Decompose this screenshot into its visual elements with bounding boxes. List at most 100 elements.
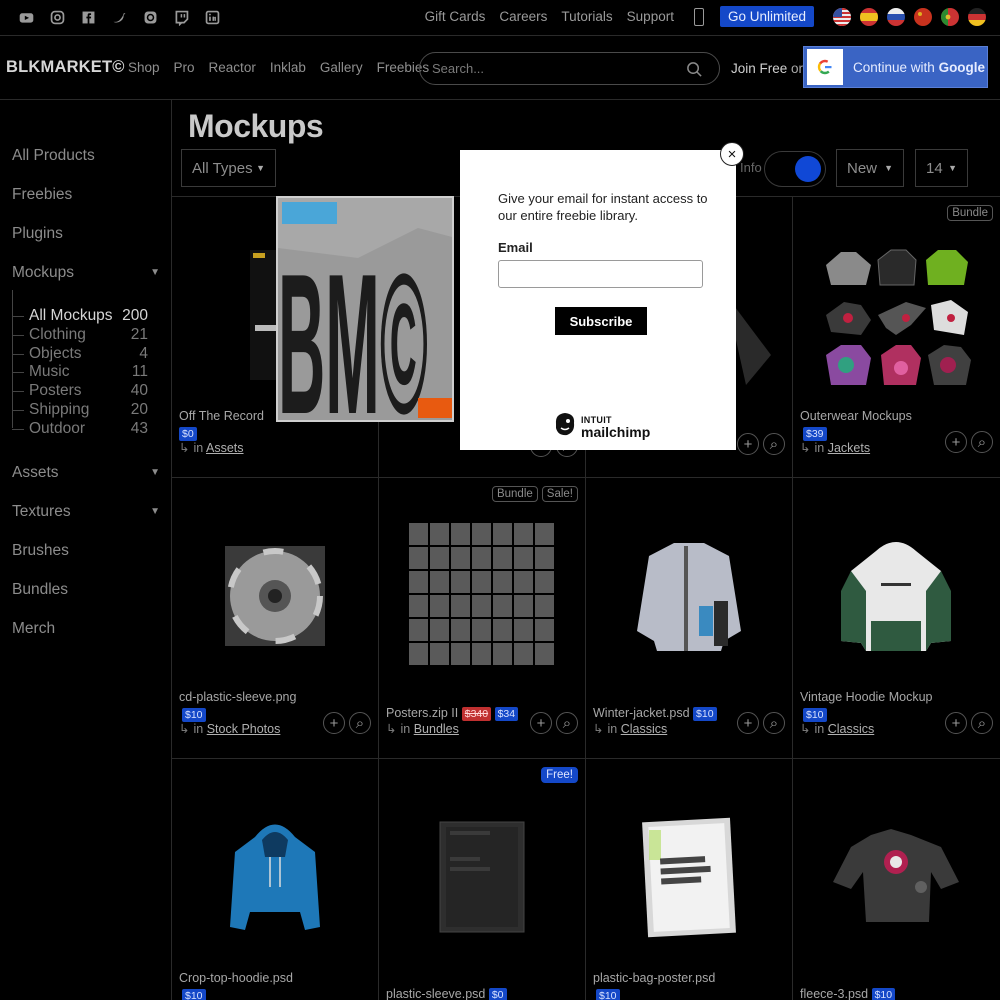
google-signin-label: Continue with Google bbox=[853, 59, 986, 75]
email-signup-modal: Give your email for instant access to ou… bbox=[460, 150, 736, 450]
per-page-dropdown[interactable]: 14 ▼ bbox=[915, 149, 968, 187]
poster-tile bbox=[534, 595, 554, 617]
top-links: Gift Cards Careers Tutorials Support Go … bbox=[425, 0, 1000, 33]
product-thumbnail[interactable] bbox=[192, 787, 357, 967]
expand-caret-icon[interactable]: ▼ bbox=[150, 467, 160, 478]
nav-inklab[interactable]: Inklab bbox=[270, 60, 306, 75]
zoom-icon[interactable]: ⌕ bbox=[971, 431, 993, 453]
product-name[interactable]: Vintage Hoodie Mockup bbox=[800, 690, 933, 704]
product-thumbnail[interactable] bbox=[813, 506, 978, 686]
ru-flag-icon[interactable] bbox=[887, 7, 905, 26]
sidebar-item-brushes[interactable]: Brushes bbox=[12, 542, 162, 560]
zoom-icon[interactable]: ⌕ bbox=[763, 433, 785, 455]
category-link[interactable]: Stock Photos bbox=[207, 722, 281, 736]
nav-gallery[interactable]: Gallery bbox=[320, 60, 363, 75]
product-name[interactable]: Crop-top-hoodie.psd bbox=[179, 971, 293, 985]
expand-caret-icon[interactable]: ▼ bbox=[150, 506, 160, 517]
nav-reactor[interactable]: Reactor bbox=[209, 60, 256, 75]
sidebar-item-freebies[interactable]: Freebies bbox=[12, 186, 162, 204]
product-name[interactable]: fleece-3.psd $10 bbox=[800, 987, 896, 1000]
sidebar-item-all-products[interactable]: All Products bbox=[12, 147, 162, 165]
add-icon[interactable]: + bbox=[945, 431, 967, 453]
pt-flag-icon[interactable] bbox=[941, 7, 959, 26]
product-card[interactable]: Free! plastic-sleeve.psd $0 bbox=[379, 759, 586, 1000]
product-name[interactable]: Posters.zip II $340 $34 bbox=[386, 706, 519, 721]
careers-link[interactable]: Careers bbox=[499, 9, 547, 24]
add-icon[interactable]: + bbox=[323, 712, 345, 734]
product-card[interactable]: Crop-top-hoodie.psd $10 bbox=[172, 759, 379, 1000]
category-link[interactable]: Bundles bbox=[414, 722, 459, 736]
sidebar-item-assets[interactable]: Assets ▼ bbox=[12, 464, 162, 482]
add-icon[interactable]: + bbox=[737, 712, 759, 734]
zoom-icon[interactable]: ⌕ bbox=[556, 712, 578, 734]
category-link[interactable]: Jackets bbox=[828, 441, 870, 455]
support-link[interactable]: Support bbox=[627, 9, 674, 24]
gift-cards-link[interactable]: Gift Cards bbox=[425, 9, 486, 24]
close-icon[interactable]: × bbox=[720, 142, 744, 166]
product-card[interactable]: plastic-bag-poster.psd $10 bbox=[586, 759, 793, 1000]
pinterest-icon[interactable] bbox=[141, 8, 160, 26]
poster-tile bbox=[513, 547, 533, 569]
us-flag-icon[interactable] bbox=[833, 7, 851, 26]
product-card[interactable]: Winter-jacket.psd $10 ↳ in Classics + ⌕ bbox=[586, 478, 793, 759]
sidebar-item-textures[interactable]: Textures ▼ bbox=[12, 503, 162, 521]
zoom-icon[interactable]: ⌕ bbox=[763, 712, 785, 734]
linkedin-icon[interactable] bbox=[203, 8, 222, 26]
promo-bm-text: BM© bbox=[278, 233, 428, 422]
product-name[interactable]: Winter-jacket.psd $10 bbox=[593, 706, 717, 721]
youtube-icon[interactable] bbox=[17, 8, 36, 26]
join-free-link[interactable]: Join Free bbox=[731, 61, 787, 76]
product-thumbnail[interactable] bbox=[192, 506, 357, 686]
expand-caret-icon[interactable]: ▼ bbox=[150, 267, 160, 278]
sidebar-item-mockups[interactable]: Mockups ▼ bbox=[12, 264, 162, 282]
instagram-icon[interactable] bbox=[48, 8, 67, 26]
nav-pro[interactable]: Pro bbox=[174, 60, 195, 75]
add-icon[interactable]: + bbox=[530, 712, 552, 734]
add-icon[interactable]: + bbox=[945, 712, 967, 734]
nav-shop[interactable]: Shop bbox=[128, 60, 160, 75]
go-unlimited-button[interactable]: Go Unlimited bbox=[719, 6, 814, 27]
sort-dropdown[interactable]: New ▼ bbox=[836, 149, 904, 187]
site-logo[interactable]: BLKMARKET© bbox=[6, 58, 125, 77]
product-thumbnail[interactable] bbox=[606, 787, 771, 967]
product-thumbnail[interactable] bbox=[399, 506, 564, 686]
sidebar-item-plugins[interactable]: Plugins bbox=[12, 225, 162, 243]
product-thumbnail[interactable] bbox=[813, 225, 978, 405]
red-flag-icon[interactable] bbox=[914, 7, 932, 26]
type-filter-dropdown[interactable]: All Types ▼ bbox=[181, 149, 276, 187]
product-card[interactable]: Bundle Sale! Posters.zip II $340 $34 ↳ in … bbox=[379, 478, 586, 759]
mobile-icon[interactable] bbox=[693, 7, 704, 26]
product-name[interactable]: plastic-sleeve.psd $0 bbox=[386, 987, 507, 1000]
product-thumbnail[interactable] bbox=[606, 506, 771, 686]
sidebar-item-merch[interactable]: Merch bbox=[12, 620, 162, 638]
search-input[interactable] bbox=[432, 61, 672, 76]
es-flag-icon[interactable] bbox=[860, 7, 878, 26]
tutorials-link[interactable]: Tutorials bbox=[561, 9, 612, 24]
email-field[interactable] bbox=[498, 260, 703, 288]
google-signin-button[interactable]: Continue with Google bbox=[803, 46, 988, 88]
category-link[interactable]: Assets bbox=[206, 441, 244, 455]
product-card[interactable]: cd-plastic-sleeve.png $10 ↳ in Stock Phot… bbox=[172, 478, 379, 759]
category-link[interactable]: Classics bbox=[828, 722, 875, 736]
add-icon[interactable]: + bbox=[737, 433, 759, 455]
product-thumbnail[interactable] bbox=[813, 787, 978, 967]
category-link[interactable]: Classics bbox=[621, 722, 668, 736]
twitch-icon[interactable] bbox=[172, 8, 191, 26]
zoom-icon[interactable]: ⌕ bbox=[349, 712, 371, 734]
sidebar-item-bundles[interactable]: Bundles bbox=[12, 581, 162, 599]
product-thumbnail[interactable] bbox=[399, 787, 564, 967]
product-card[interactable]: Vintage Hoodie Mockup $10 ↳ in Classics +… bbox=[793, 478, 1000, 759]
product-name[interactable]: plastic-bag-poster.psd bbox=[593, 971, 715, 985]
facebook-icon[interactable] bbox=[79, 8, 98, 26]
product-name[interactable]: Off The Record bbox=[179, 409, 264, 423]
product-card[interactable]: Bundle Outerwear Mockups $39 ↳ in Jackets… bbox=[793, 197, 1000, 478]
twitter-icon[interactable] bbox=[110, 8, 129, 26]
info-toggle[interactable] bbox=[764, 151, 826, 187]
product-name[interactable]: cd-plastic-sleeve.png bbox=[179, 690, 296, 704]
product-name[interactable]: Outerwear Mockups bbox=[800, 409, 912, 423]
de-flag-icon[interactable] bbox=[968, 7, 986, 26]
search-icon[interactable] bbox=[686, 61, 703, 83]
zoom-icon[interactable]: ⌕ bbox=[971, 712, 993, 734]
subscribe-button[interactable]: Subscribe bbox=[555, 307, 647, 335]
product-card[interactable]: fleece-3.psd $10 bbox=[793, 759, 1000, 1000]
